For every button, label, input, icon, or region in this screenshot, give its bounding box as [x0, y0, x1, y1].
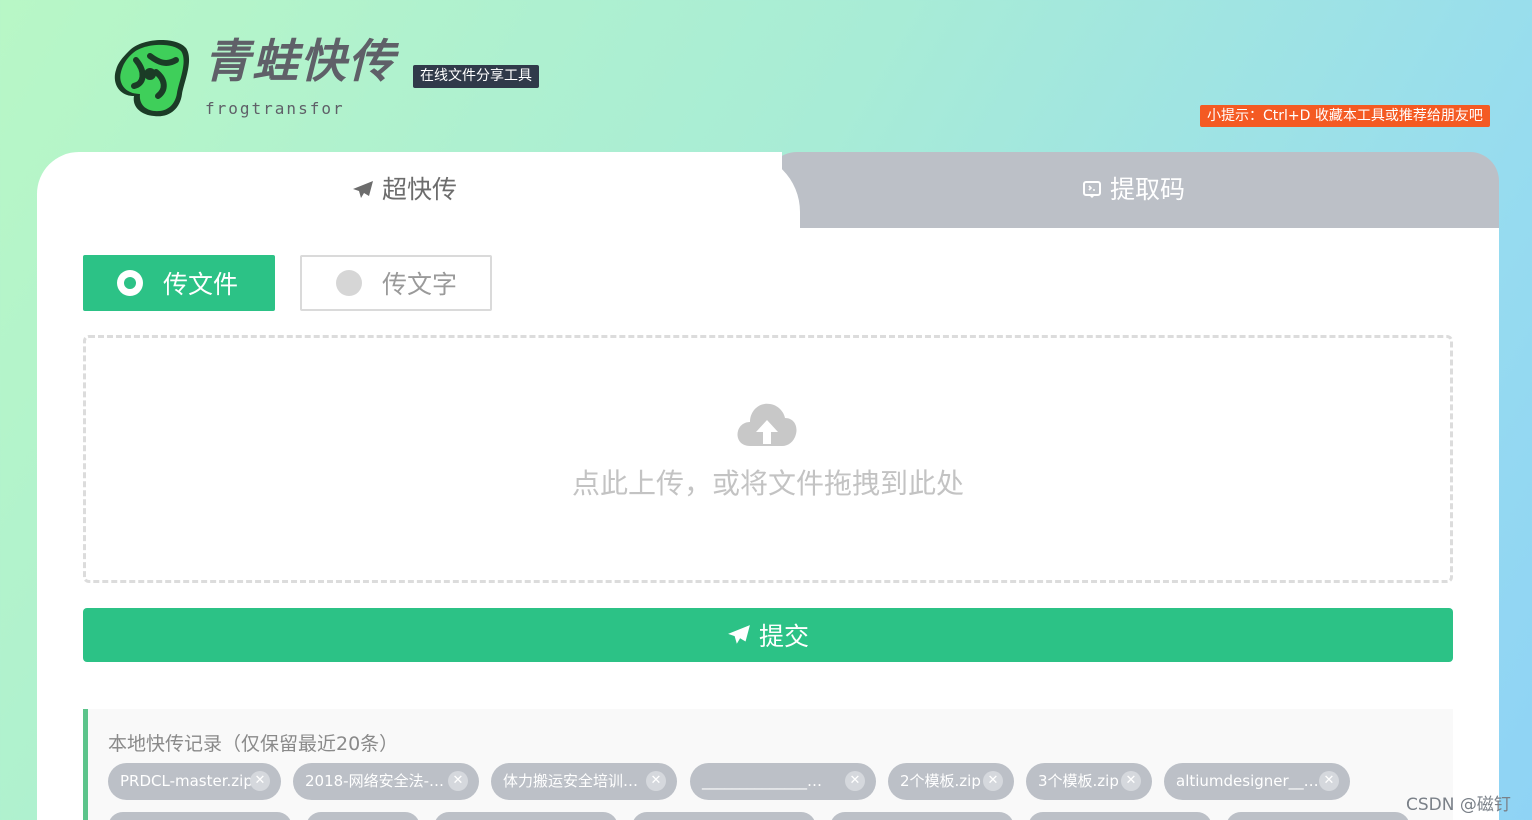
history-item[interactable]	[1226, 812, 1410, 820]
close-icon[interactable]: ✕	[1121, 771, 1141, 791]
brand-title: 青蛙快传	[204, 34, 396, 88]
submit-button[interactable]: 提交	[83, 608, 1453, 662]
brand-subtitle: frogtransfor	[205, 99, 345, 118]
history-item[interactable]	[108, 812, 292, 820]
paper-plane-icon	[728, 625, 750, 644]
dropzone-text: 点此上传，或将文件拖拽到此处	[571, 467, 964, 500]
radio-selected-icon	[117, 270, 143, 296]
history-item[interactable]	[830, 812, 1014, 820]
mode-text-button[interactable]: 传文字	[300, 255, 492, 311]
close-icon[interactable]: ✕	[646, 771, 666, 791]
history-item-label: 3个模板.zip	[1038, 772, 1119, 790]
history-item[interactable]: PRDCL-master.zip ✕	[108, 763, 281, 800]
file-dropzone[interactable]	[83, 335, 1453, 583]
tab-label-text: 提取码	[1110, 175, 1186, 204]
history-item[interactable]: 2个模板.zip ✕	[888, 763, 1014, 800]
mode-file-button[interactable]: 传文件	[83, 255, 275, 311]
history-item-label: 2018-网络安全法-…	[305, 772, 444, 790]
history-item[interactable]: 3个模板.zip ✕	[1026, 763, 1152, 800]
paper-plane-icon	[353, 181, 373, 198]
close-icon[interactable]: ✕	[250, 771, 270, 791]
close-icon[interactable]: ✕	[1319, 771, 1339, 791]
mode-file-label: 传文件	[163, 270, 239, 299]
tab-extract-code-label[interactable]: 提取码	[1082, 174, 1185, 206]
history-item-label: PRDCL-master.zip	[120, 772, 253, 790]
history-item[interactable]	[632, 812, 816, 820]
tip-badge: 小提示：Ctrl+D 收藏本工具或推荐给朋友吧	[1200, 105, 1490, 127]
history-item-label: 2个模板.zip	[900, 772, 981, 790]
history-item[interactable]: 体力搬运安全培训… ✕	[491, 763, 677, 800]
watermark: CSDN @磁钉	[1406, 795, 1511, 815]
history-item[interactable]: 2018-网络安全法-… ✕	[293, 763, 479, 800]
history-item[interactable]	[434, 812, 618, 820]
close-icon[interactable]: ✕	[845, 771, 865, 791]
cloud-upload-icon	[737, 403, 797, 446]
tab-label-text: 超快传	[382, 175, 458, 204]
history-item-label: 体力搬运安全培训…	[503, 772, 639, 790]
history-item-label: ______________…	[702, 772, 822, 790]
history-item[interactable]: ______________… ✕	[690, 763, 876, 800]
history-item[interactable]	[306, 812, 420, 820]
tab-quick-transfer-label[interactable]: 超快传	[352, 174, 457, 206]
close-icon[interactable]: ✕	[983, 771, 1003, 791]
submit-label: 提交	[758, 622, 809, 651]
close-icon[interactable]: ✕	[448, 771, 468, 791]
history-item[interactable]: altiumdesigner__… ✕	[1164, 763, 1350, 800]
slogan-badge: 在线文件分享工具	[413, 65, 539, 88]
code-icon	[1083, 181, 1101, 198]
history-item[interactable]	[1028, 812, 1212, 820]
history-title: 本地快传记录（仅保留最近20条）	[108, 733, 399, 755]
frog-logo-icon	[114, 39, 190, 117]
mode-text-label: 传文字	[382, 270, 458, 299]
radio-unselected-icon	[336, 270, 362, 296]
history-item-label: altiumdesigner__…	[1176, 772, 1319, 790]
